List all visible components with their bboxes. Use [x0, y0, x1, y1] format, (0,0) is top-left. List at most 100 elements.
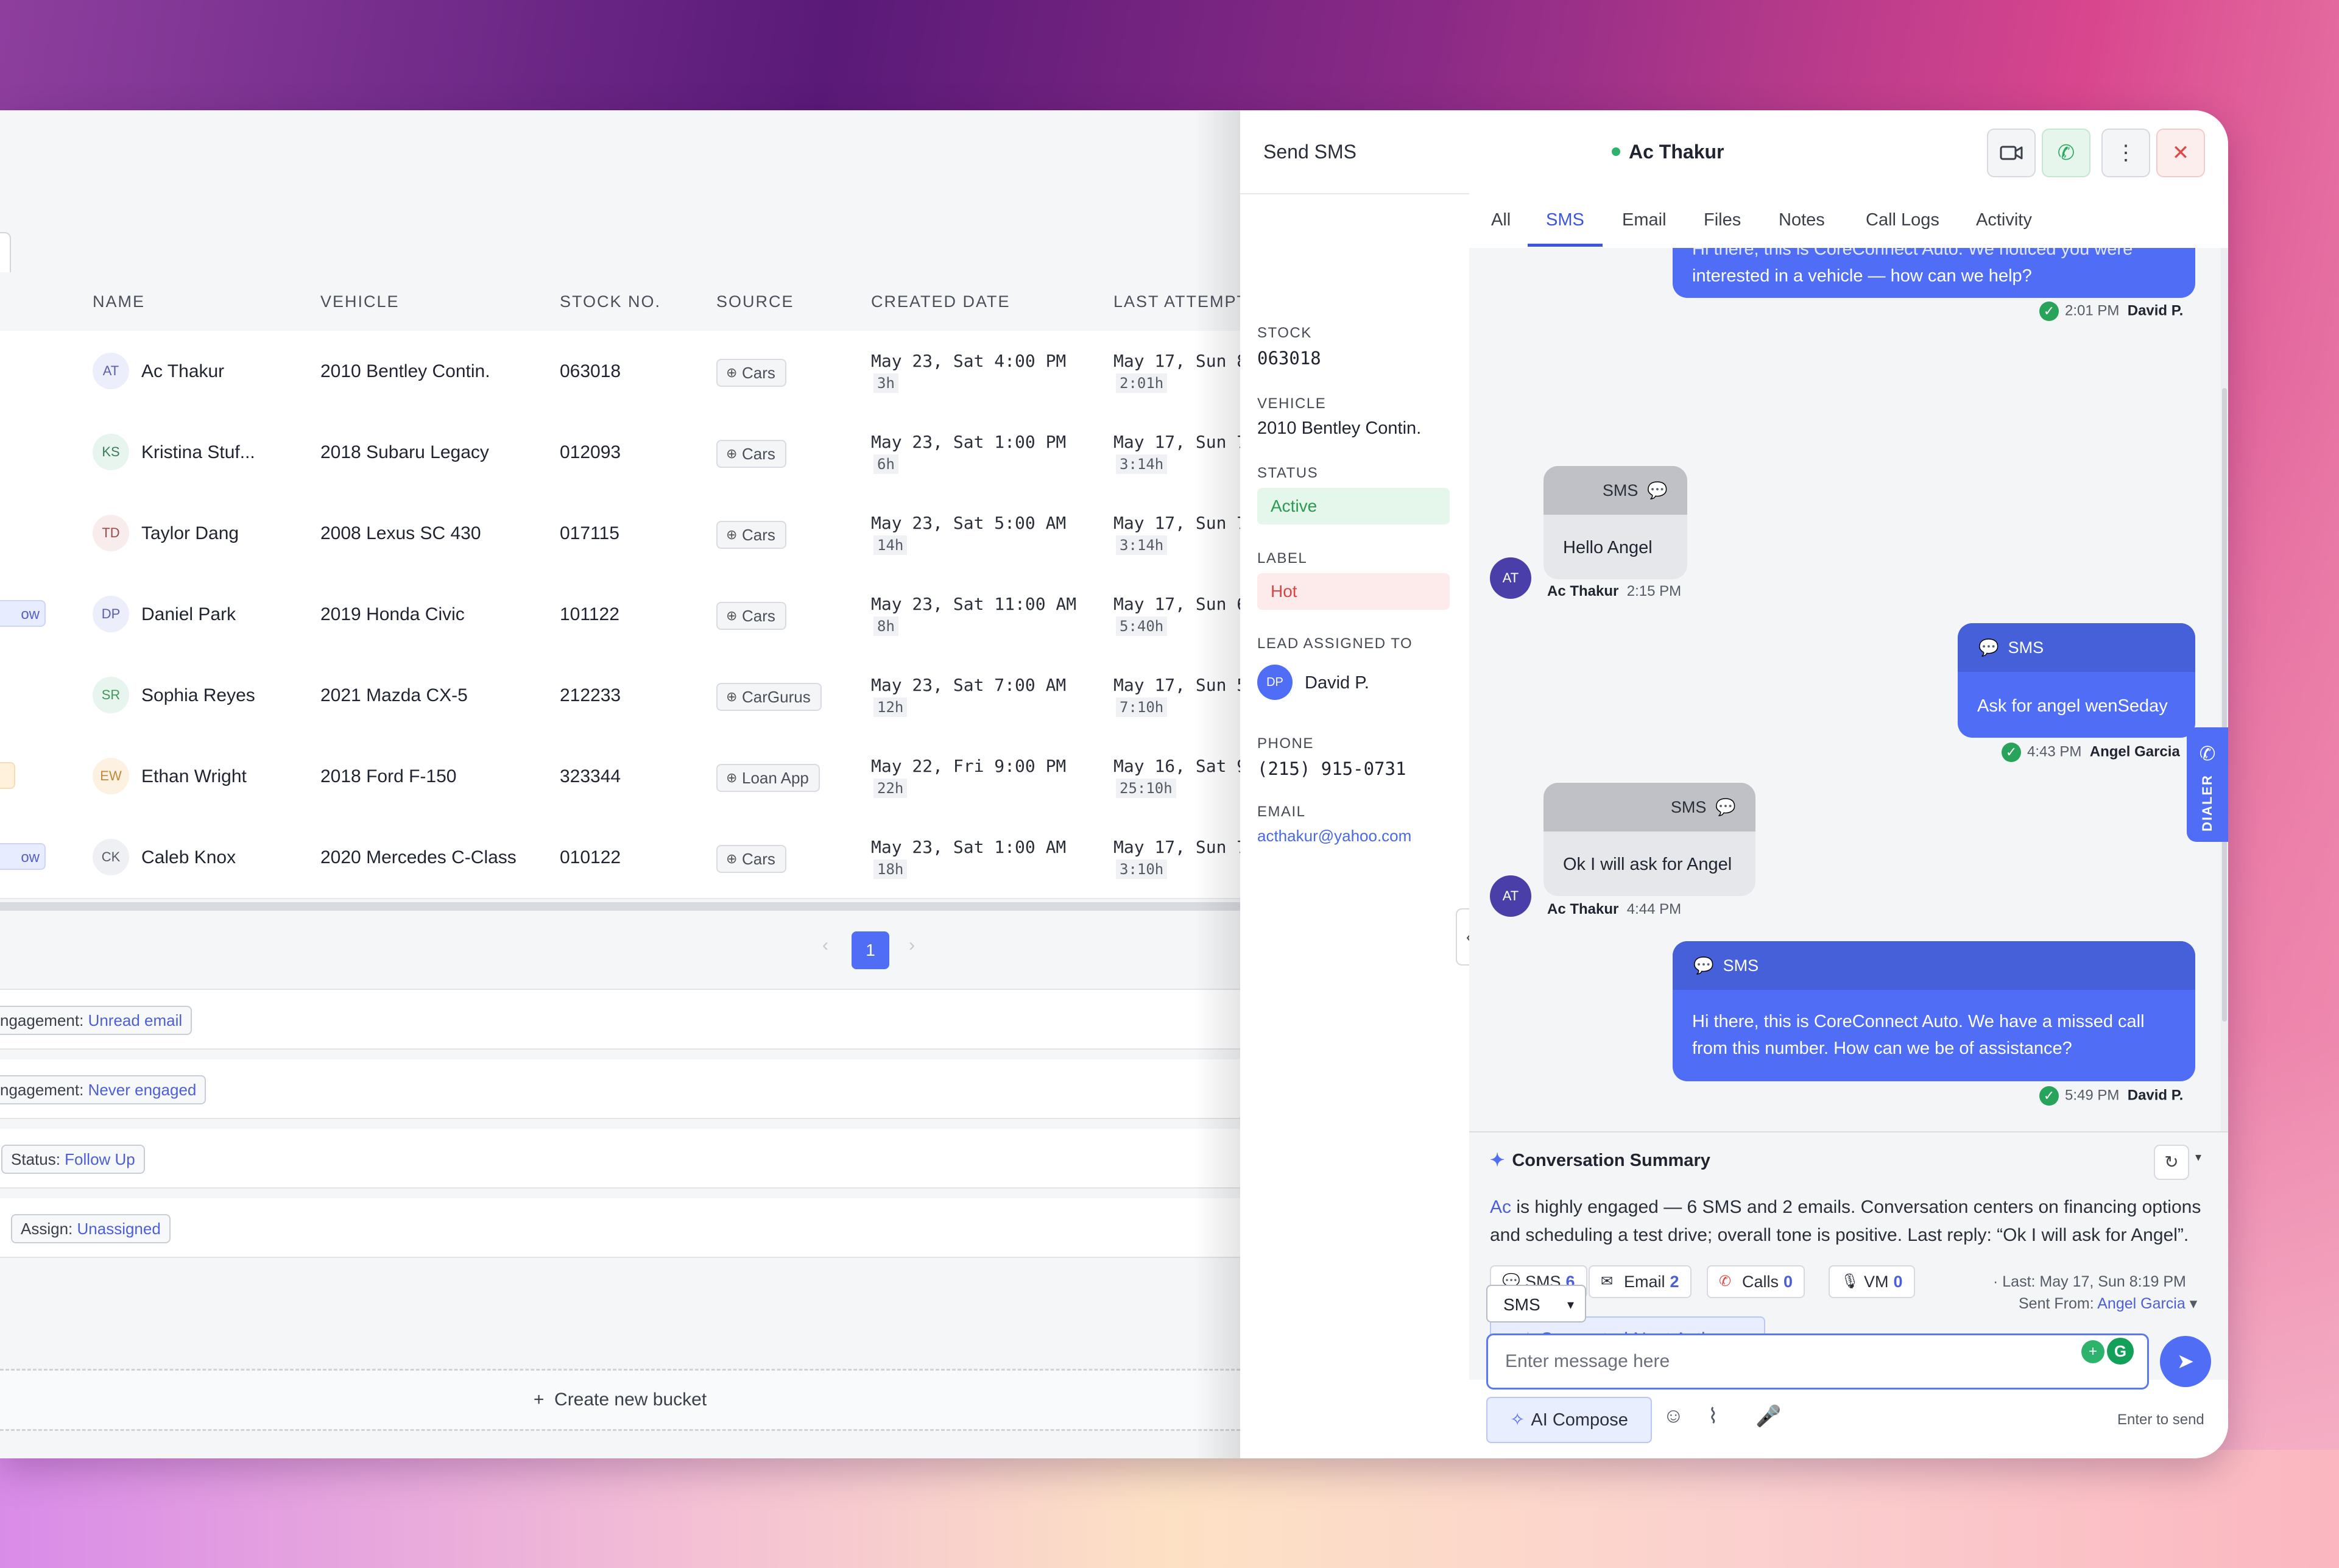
stat-label: Email	[1624, 1273, 1665, 1291]
create-bucket-button[interactable]: + Create new bucket	[0, 1369, 1240, 1431]
bucket-filter-chip[interactable]: ngagement: Unread email	[0, 1006, 192, 1035]
message-time: 2:01 PM	[2065, 302, 2120, 319]
last-attempt-age: 3:10h	[1116, 860, 1168, 879]
more-options-button[interactable]: ⋮	[2101, 129, 2150, 177]
avatar: DP	[93, 596, 129, 632]
stock-no: 012093	[560, 442, 621, 462]
enter-to-send-hint: Enter to send	[2117, 1411, 2204, 1428]
col-last-attempt[interactable]: Last Attempt	[1113, 272, 1248, 331]
stock-no: 010122	[560, 847, 621, 867]
tab-activity[interactable]: Activity	[1976, 193, 2032, 247]
col-name[interactable]: Name	[93, 272, 145, 331]
lead-assigned-label: Lead Assigned To	[1257, 635, 1413, 652]
channel-select-value: SMS	[1503, 1295, 1540, 1314]
summary-contact-name[interactable]: Ac	[1490, 1197, 1511, 1217]
bucket-filter-chip[interactable]: ngagement: Never engaged	[0, 1075, 206, 1104]
email-link[interactable]: acthakur@yahoo.com	[1257, 827, 1411, 846]
last-attempt-date: May 16, Sat 9	[1113, 756, 1247, 776]
microphone-icon[interactable]: 🎤	[1755, 1404, 1781, 1429]
toolbar	[0, 110, 1240, 202]
stock-no: 323344	[560, 766, 621, 786]
outgoing-message: 💬 SMS Hi there, this is CoreConnect Auto…	[1673, 941, 2195, 1081]
assignee-name[interactable]: David P.	[1305, 673, 1369, 693]
message-input[interactable]: Enter message here + G	[1486, 1333, 2149, 1390]
lead-name[interactable]: Kristina Stuf...	[141, 412, 255, 493]
bucket-filter-chip[interactable]: Assign: Unassigned	[11, 1214, 171, 1243]
horizontal-scrollbar[interactable]	[0, 902, 1240, 911]
pagination: ‹ 1 ›	[0, 911, 1240, 990]
lead-name[interactable]: Sophia Reyes	[141, 655, 255, 736]
table-row[interactable]: SR Sophia Reyes 2021 Mazda CX-5 212233 ⊕…	[0, 655, 1247, 737]
lead-name[interactable]: Ac Thakur	[141, 331, 224, 412]
scrollbar-thumb[interactable]	[2222, 388, 2227, 1022]
tab-call-logs[interactable]: Call Logs	[1866, 193, 1939, 247]
chevron-down-icon[interactable]: ▾	[2195, 1150, 2201, 1165]
status-badge[interactable]: Active	[1257, 488, 1450, 524]
bucket-row[interactable]: Assign: Unassigned	[0, 1198, 1240, 1258]
table-row[interactable]: TD Taylor Dang 2008 Lexus SC 430 017115 …	[0, 493, 1247, 575]
grammarly-icon[interactable]: G	[2107, 1338, 2134, 1365]
table-row[interactable]: AT Ac Thakur 2010 Bentley Contin. 063018…	[0, 331, 1247, 413]
col-created[interactable]: Created Date	[871, 272, 1011, 331]
close-button[interactable]: ✕	[2156, 129, 2205, 177]
outgoing-message: Hi there, this is CoreConnect Auto. We n…	[1673, 248, 2195, 298]
last-attempt-age: 7:10h	[1116, 697, 1168, 717]
prev-page-button[interactable]: ‹	[822, 935, 828, 956]
emoji-icon[interactable]: ☺	[1663, 1404, 1684, 1428]
filter-control[interactable]	[0, 232, 11, 277]
message-thread[interactable]: Hi there, this is CoreConnect Auto. We n…	[1469, 248, 2228, 1131]
bucket-filter-chip[interactable]: Status: Follow Up	[1, 1145, 145, 1174]
bucket-value: Follow Up	[65, 1150, 135, 1168]
message-text: Hi there, this is CoreConnect Auto. We h…	[1692, 1012, 2145, 1031]
avatar: KS	[93, 434, 129, 470]
dialer-tab[interactable]: ✆ DIALER	[2187, 727, 2228, 842]
bucket-row[interactable]: ngagement: Unread email	[0, 990, 1240, 1050]
page-button[interactable]: 1	[852, 931, 889, 969]
lead-name[interactable]: Taylor Dang	[141, 493, 239, 574]
thread-scrollbar[interactable]	[2221, 248, 2228, 1131]
phone-value[interactable]: (215) 915-0731	[1257, 758, 1406, 779]
tab-all[interactable]: All	[1491, 193, 1511, 247]
attachment-icon[interactable]: ⌇	[1708, 1404, 1718, 1429]
lead-name[interactable]: Caleb Knox	[141, 817, 236, 898]
message-tabs: All SMS Email Files Notes Call Logs Acti…	[1469, 193, 2228, 249]
chat-bubble-icon: 💬	[1978, 638, 1999, 657]
last-attempt-date: May 17, Sun 7	[1113, 837, 1247, 857]
message-meta: ✓ 4:43 PM Angel Garcia	[2002, 743, 2180, 762]
col-source[interactable]: Source	[716, 272, 794, 331]
email-label: Email	[1257, 803, 1306, 820]
table-row[interactable]: ow DP Daniel Park 2019 Honda Civic 10112…	[0, 574, 1247, 656]
tab-files[interactable]: Files	[1704, 193, 1741, 247]
send-button[interactable]: ➤	[2160, 1336, 2211, 1387]
sent-from[interactable]: Sent From: Angel Garcia ▾	[2019, 1294, 2197, 1313]
chat-bubble-icon: 💬	[1647, 481, 1668, 500]
grammar-add-icon[interactable]: +	[2081, 1340, 2104, 1363]
video-call-button[interactable]	[1987, 129, 2036, 177]
tab-notes[interactable]: Notes	[1779, 193, 1825, 247]
refresh-summary-button[interactable]: ↻	[2154, 1145, 2189, 1180]
message-time: 5:49 PM	[2065, 1087, 2120, 1104]
last-attempt-age: 3:14h	[1116, 454, 1168, 474]
table-row[interactable]: EW Ethan Wright 2018 Ford F-150 323344 ⊕…	[0, 736, 1247, 818]
col-vehicle[interactable]: Vehicle	[320, 272, 400, 331]
vehicle: 2020 Mercedes C-Class	[320, 847, 517, 867]
bucket-value: Never engaged	[88, 1081, 197, 1099]
channel-select[interactable]: SMS ▾	[1486, 1285, 1586, 1323]
label-badge[interactable]: Hot	[1257, 573, 1450, 610]
tab-email[interactable]: Email	[1622, 193, 1667, 247]
next-page-button[interactable]: ›	[909, 935, 915, 956]
source-label: Cars	[742, 526, 775, 544]
table-row[interactable]: KS Kristina Stuf... 2018 Subaru Legacy 0…	[0, 412, 1247, 494]
created-date: May 23, Sat 5:00 AM	[871, 513, 1067, 533]
bucket-row[interactable]: ngagement: Never engaged	[0, 1059, 1240, 1119]
bucket-row[interactable]: Status: Follow Up	[0, 1129, 1240, 1188]
last-attempt-age: 2:01h	[1116, 373, 1168, 393]
lead-name[interactable]: Daniel Park	[141, 574, 236, 655]
lead-name[interactable]: Ethan Wright	[141, 736, 247, 817]
message-text: from this number. How can we be of assis…	[1692, 1039, 2072, 1058]
call-button[interactable]: ✆	[2042, 129, 2090, 177]
table-row[interactable]: ow CK Caleb Knox 2020 Mercedes C-Class 0…	[0, 817, 1247, 899]
ai-compose-button[interactable]: ✧ AI Compose	[1486, 1397, 1652, 1443]
col-stock[interactable]: Stock No.	[560, 272, 661, 331]
tab-sms[interactable]: SMS	[1528, 193, 1603, 247]
